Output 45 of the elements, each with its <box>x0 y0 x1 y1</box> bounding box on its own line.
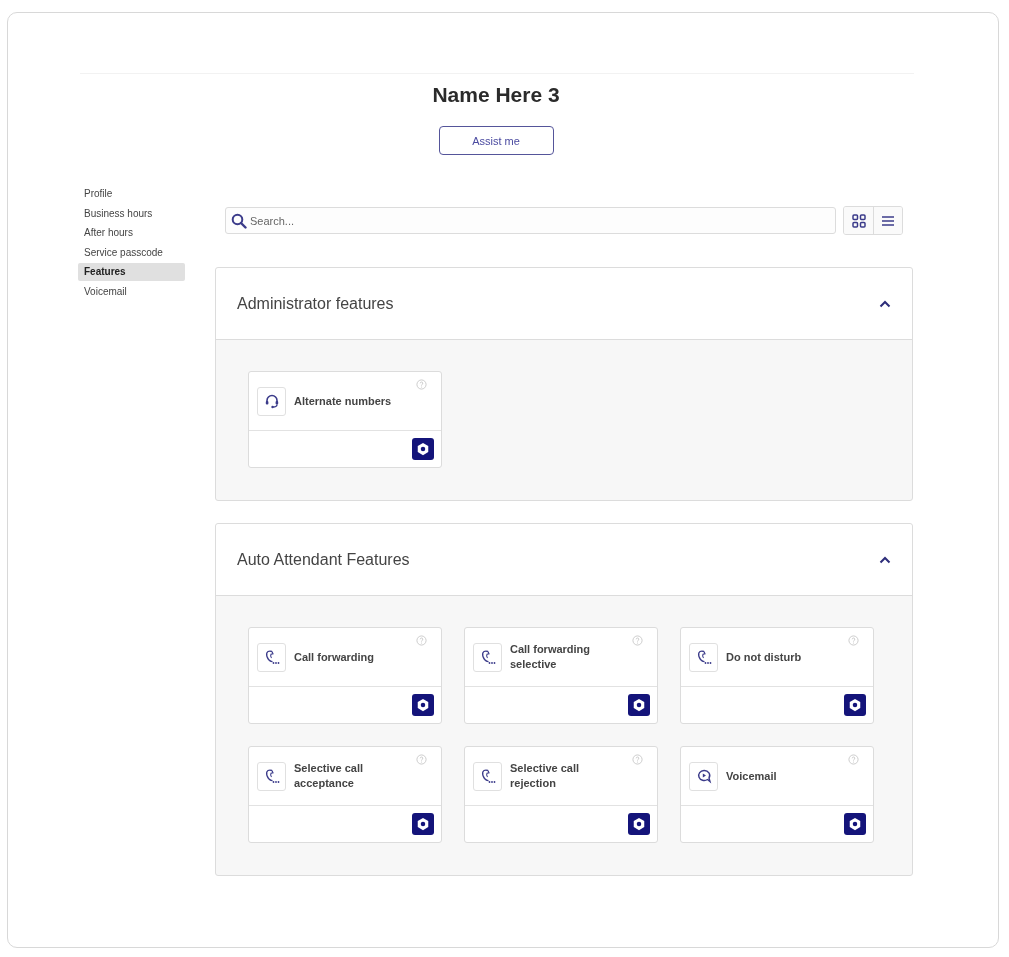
feature-label: Alternate numbers <box>294 393 393 409</box>
search-field[interactable]: Search... <box>225 207 836 234</box>
gear-icon <box>416 442 430 456</box>
section-title: Auto Attendant Features <box>237 550 410 569</box>
settings-button[interactable] <box>412 438 434 460</box>
phone-icon <box>695 649 712 665</box>
gear-icon <box>416 698 430 712</box>
settings-button[interactable] <box>844 813 866 835</box>
feature-label: Voicemail <box>726 768 778 784</box>
sidebar-item[interactable]: Features <box>78 263 185 281</box>
sidebar-item[interactable]: Service passcode <box>78 243 185 261</box>
feature-label: Selective call rejection <box>510 761 581 791</box>
sidebar-item[interactable]: Voicemail <box>78 282 185 300</box>
gear-icon <box>848 698 862 712</box>
grid-icon <box>851 213 866 228</box>
gear-icon <box>848 817 862 831</box>
gear-icon <box>632 817 646 831</box>
phone-icon <box>479 768 496 784</box>
settings-button[interactable] <box>412 813 434 835</box>
feature-label: Call forwarding <box>294 649 376 665</box>
phone-icon <box>263 649 280 665</box>
phone-icon <box>263 768 280 784</box>
sidebar-item[interactable]: Business hours <box>78 204 185 222</box>
chevron-icon[interactable] <box>879 299 891 308</box>
page-title: Name Here 3 <box>432 82 560 108</box>
headset-icon <box>263 393 280 409</box>
settings-button[interactable] <box>628 813 650 835</box>
feature-label: Do not disturb <box>726 649 803 665</box>
list-view-button[interactable] <box>873 207 902 234</box>
settings-button[interactable] <box>628 694 650 716</box>
settings-button[interactable] <box>412 694 434 716</box>
section-title: Administrator features <box>237 294 394 313</box>
chat-play-icon <box>695 768 712 784</box>
feature-label: Call forwarding selective <box>510 642 592 672</box>
sidebar-item[interactable]: After hours <box>78 224 185 242</box>
grid-view-button[interactable] <box>844 207 873 234</box>
gear-icon <box>416 817 430 831</box>
feature-label: Selective call acceptance <box>294 761 365 791</box>
gear-icon <box>632 698 646 712</box>
list-icon <box>881 213 895 228</box>
settings-button[interactable] <box>844 694 866 716</box>
chevron-icon[interactable] <box>879 555 891 564</box>
assist-button[interactable]: Assist me <box>438 126 554 155</box>
phone-icon <box>479 649 496 665</box>
sidebar-item[interactable]: Profile <box>78 185 185 203</box>
